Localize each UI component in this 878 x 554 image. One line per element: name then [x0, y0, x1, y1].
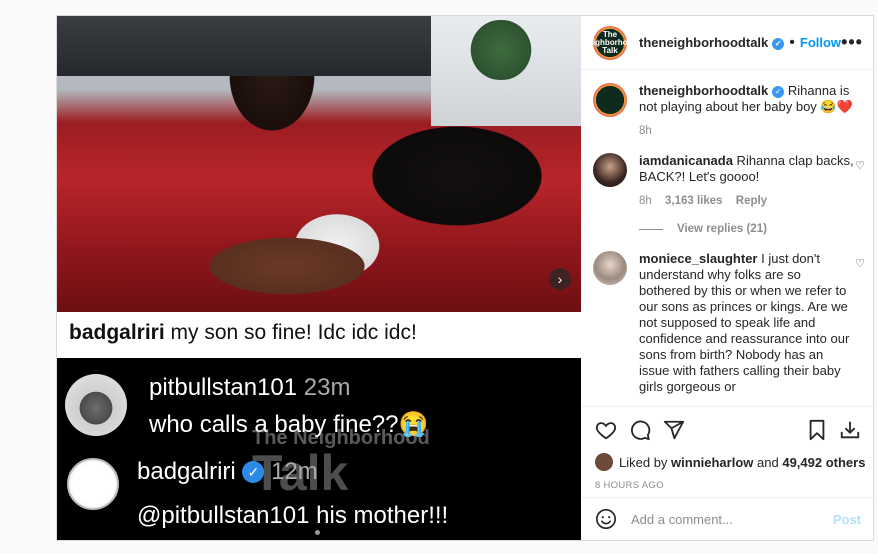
post-actions: Liked by winnieharlow and 49,492 others …: [581, 406, 875, 491]
comment-item: iamdanicanada Rihanna clap backs, BACK?!…: [593, 153, 865, 209]
watermark-big: Talk: [252, 445, 349, 501]
media-caption-text: my son so fine! Idc idc idc!: [164, 321, 417, 344]
profile-username[interactable]: theneighborhoodtalk ✓: [639, 35, 785, 50]
tweet2-avatar: [67, 458, 119, 510]
verified-icon: ✓: [772, 86, 785, 98]
comment-text: I just don't understand why folks are so…: [639, 251, 850, 394]
view-replies-button[interactable]: View replies (21): [639, 223, 863, 235]
comment-likes[interactable]: 3,163 likes: [665, 195, 723, 207]
tweet1-time: 23m: [297, 374, 351, 401]
caption-avatar[interactable]: [593, 83, 627, 117]
comment-heart-icon[interactable]: ♡: [855, 257, 865, 270]
action-icons: [595, 415, 861, 445]
tweet2-handle: badgalriri: [137, 458, 236, 485]
carousel-dot: [315, 530, 320, 535]
liked-by-user[interactable]: winnieharlow: [671, 455, 753, 470]
media-caption: badgalriri my son so fine! Idc idc idc!: [57, 312, 581, 358]
comments-list[interactable]: theneighborhoodtalk ✓ Rihanna is not play…: [581, 71, 875, 406]
comment-username[interactable]: moniece_slaughter: [639, 251, 758, 266]
heart-icon[interactable]: [595, 419, 617, 441]
replies-line: [639, 228, 663, 230]
comment-time[interactable]: 8h: [639, 195, 652, 207]
liked-by-count[interactable]: 49,492 others: [782, 455, 865, 470]
bookmark-icon[interactable]: [807, 419, 827, 441]
watermark: The Neighborhood Talk: [252, 428, 430, 498]
verified-icon: ✓: [772, 38, 785, 50]
comment-input[interactable]: Add a comment...: [631, 512, 733, 527]
more-options-icon[interactable]: •••: [841, 32, 863, 53]
post-comment-button[interactable]: Post: [833, 512, 861, 527]
commenter-avatar[interactable]: [593, 153, 627, 187]
comment-item: moniece_slaughter I just don't understan…: [593, 251, 865, 395]
caption-body: theneighborhoodtalk ✓ Rihanna is not play…: [639, 83, 854, 139]
tweet1-avatar: [65, 374, 127, 436]
download-icon[interactable]: [839, 419, 861, 441]
next-slide-button[interactable]: ›: [549, 268, 571, 290]
comment-body: iamdanicanada Rihanna clap backs, BACK?!…: [639, 153, 854, 209]
post-media[interactable]: › badgalriri my son so fine! Idc idc idc…: [57, 16, 581, 540]
commenter-avatar[interactable]: [593, 251, 627, 285]
media-caption-user: badgalriri: [69, 321, 165, 344]
avatar-text: The Neighborhood Talk: [582, 29, 638, 55]
follow-button[interactable]: Follow: [800, 35, 841, 50]
reply-button[interactable]: Reply: [736, 195, 767, 207]
post-timestamp[interactable]: 8 HOURS AGO: [595, 480, 861, 491]
comment-body: moniece_slaughter I just don't understan…: [639, 251, 854, 395]
tweet1-header: pitbullstan101 23m: [149, 374, 350, 402]
post-header: The Neighborhood Talk theneighborhoodtal…: [581, 16, 877, 70]
post-sidebar: The Neighborhood Talk theneighborhoodtal…: [581, 16, 877, 540]
smile-icon[interactable]: [595, 508, 617, 530]
profile-avatar[interactable]: The Neighborhood Talk: [583, 25, 637, 60]
caption-meta: 8h: [639, 123, 854, 139]
comment-meta: 8h 3,163 likes Reply: [639, 193, 854, 209]
instagram-post: › badgalriri my son so fine! Idc idc idc…: [56, 15, 877, 541]
caption-comment: theneighborhoodtalk ✓ Rihanna is not play…: [593, 83, 863, 139]
comment-icon[interactable]: [629, 419, 651, 441]
liked-by-prefix: Liked by: [619, 454, 668, 470]
username-text: theneighborhoodtalk: [639, 35, 769, 50]
headboard: [57, 16, 447, 76]
view-replies-label: View replies (21): [677, 223, 767, 235]
tweet2-text: @pitbullstan101 his mother!!!: [137, 502, 449, 529]
post-photo: [57, 16, 581, 312]
tweet1-handle: pitbullstan101: [149, 374, 298, 401]
caption-time[interactable]: 8h: [639, 125, 652, 137]
plant: [461, 20, 541, 80]
liked-by-and: and: [757, 454, 779, 470]
comment-heart-icon[interactable]: ♡: [855, 159, 865, 172]
tweet-screenshot: pitbullstan101 23m who calls a baby fine…: [57, 358, 581, 540]
add-comment-bar: Add a comment... Post: [581, 497, 875, 540]
caption-username[interactable]: theneighborhoodtalk: [639, 83, 768, 98]
comment-username[interactable]: iamdanicanada: [639, 153, 733, 168]
liker-avatar[interactable]: [595, 453, 613, 471]
separator-dot: •: [789, 33, 795, 51]
likes-summary: Liked by winnieharlow and 49,492 others: [595, 453, 865, 471]
send-icon[interactable]: [663, 419, 685, 441]
